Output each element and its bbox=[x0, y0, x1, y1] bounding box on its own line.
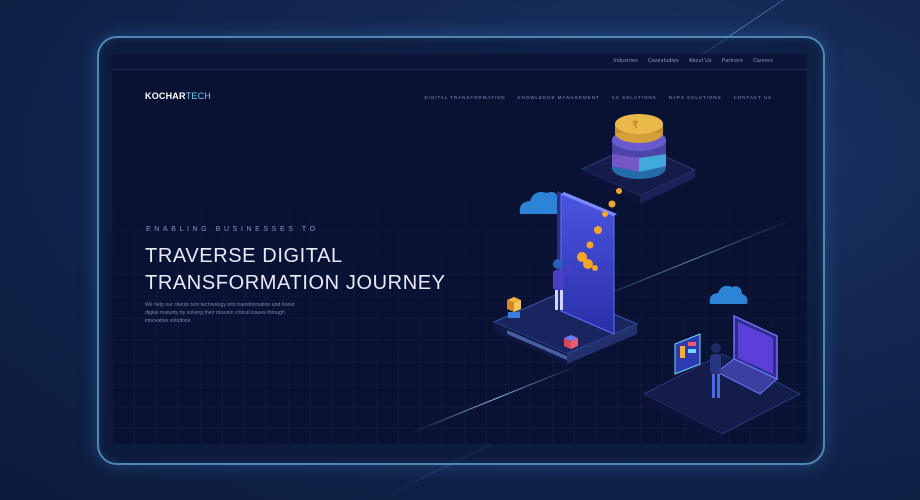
cube-icon bbox=[507, 297, 521, 318]
coin-stack-icon: ₹ bbox=[612, 114, 666, 179]
rupee-symbol: ₹ bbox=[632, 120, 638, 131]
website-screen: Industries Casestudies About Us Partners… bbox=[112, 54, 807, 444]
isometric-illustration: ₹ bbox=[492, 114, 802, 444]
cloud-icon bbox=[709, 285, 748, 304]
